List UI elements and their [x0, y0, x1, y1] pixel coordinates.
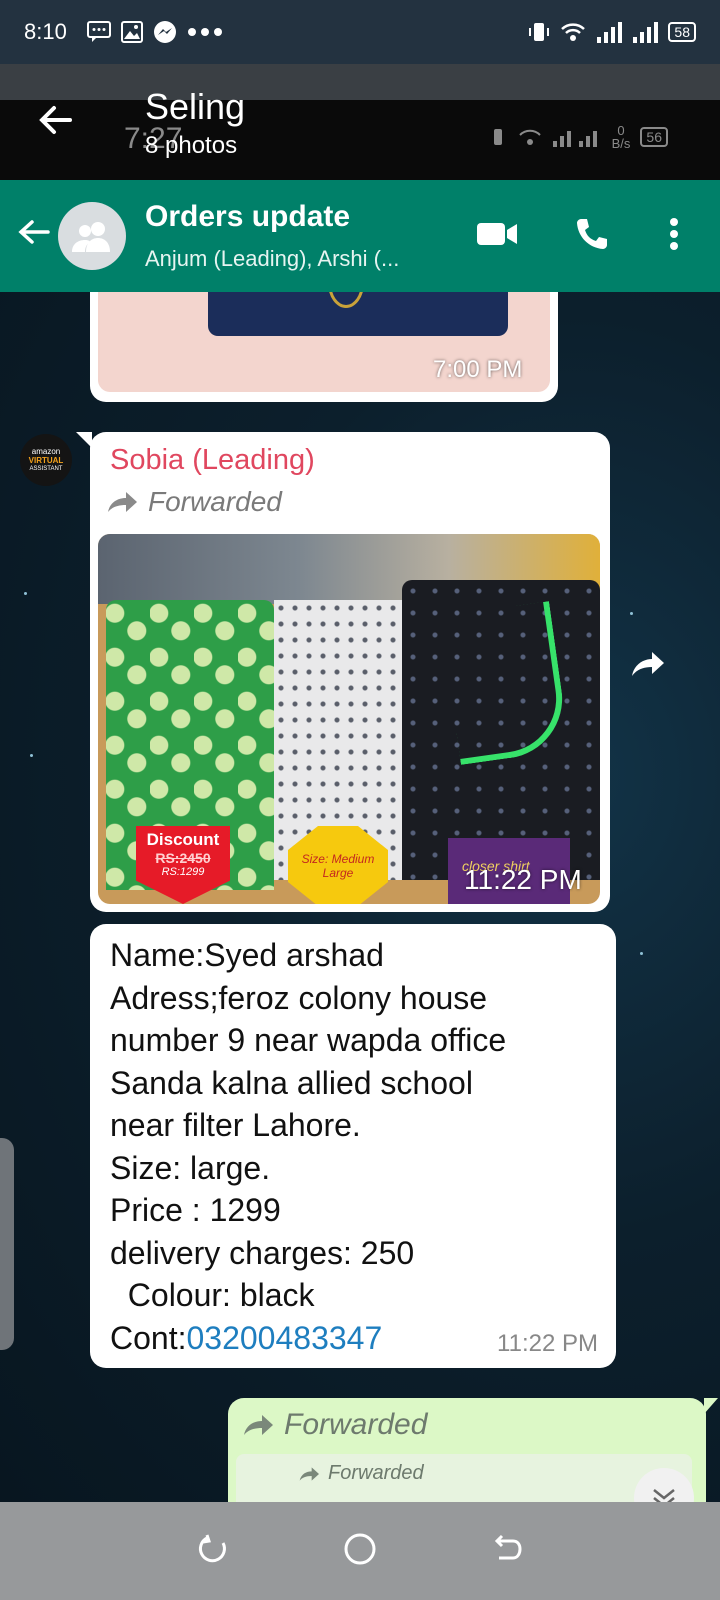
home-circle-icon: [344, 1533, 376, 1564]
inner-forwarded-text: Forwarded: [328, 1462, 424, 1484]
group-avatar[interactable]: [58, 202, 126, 270]
edge-panel-handle[interactable]: [0, 1138, 14, 1350]
chat-participants[interactable]: Anjum (Leading), Arshi (...: [145, 246, 399, 272]
inner-forwarded-label: Forwarded: [298, 1462, 424, 1485]
wallpaper-star: [30, 754, 33, 757]
message-time: 7:00 PM: [433, 356, 523, 383]
ghost-vibrate-icon: [493, 129, 502, 145]
new-price: RS:1299: [161, 866, 205, 878]
phone-icon: [577, 219, 607, 249]
system-icons: 58: [528, 21, 696, 43]
phone-number-link[interactable]: 03200483347: [186, 1320, 382, 1356]
back-button[interactable]: [491, 1533, 523, 1570]
message-line: Size: large.: [110, 1149, 271, 1186]
sender-avatar[interactable]: amazon VIRTUAL ASSISTANT: [20, 434, 72, 486]
wifi-icon: [561, 23, 586, 41]
avatar-text-line: amazon: [31, 446, 61, 456]
signal-icon-2: [633, 22, 659, 43]
message-line: Name:Syed arshad: [110, 937, 384, 973]
signal-icon-1: [597, 22, 623, 43]
arrow-left-icon: [18, 220, 50, 244]
vibrate-icon: [529, 23, 550, 41]
message-line: Price : 1299: [110, 1192, 281, 1228]
more-options-button[interactable]: [668, 216, 680, 257]
group-icon: [72, 222, 110, 252]
image-message-bubble[interactable]: 7:00 PM: [90, 292, 558, 402]
discount-label: Discount: [146, 830, 220, 849]
voice-call-button[interactable]: [574, 216, 610, 257]
ghost-status-icons: 0 B/s 56: [488, 124, 668, 150]
ghost-wifi-icon: [518, 129, 541, 145]
navigation-bar: [0, 1502, 720, 1600]
forwarded-text: Forwarded: [284, 1408, 428, 1441]
message-line: near filter Lahore.: [110, 1107, 361, 1143]
status-bar: 8:10 58: [0, 0, 720, 64]
old-price: RS:2450: [155, 850, 211, 866]
share-arrow-icon: [632, 652, 664, 676]
chevron-double-down-icon: [653, 1489, 675, 1502]
notification-icons: [86, 20, 223, 44]
viewer-back-button[interactable]: [36, 100, 76, 140]
viewer-subtitle: 8 photos: [145, 132, 238, 159]
message-line: Colour: black: [110, 1277, 315, 1313]
overlay-strip: [0, 64, 720, 100]
forwarded-label: Forwarded: [106, 486, 282, 518]
share-button[interactable]: [630, 650, 666, 683]
chat-title[interactable]: Orders update: [145, 200, 350, 234]
message-line: number 9 near wapda office: [110, 1022, 507, 1058]
sender-name[interactable]: Sobia (Leading): [110, 444, 315, 477]
chat-back-button[interactable]: [16, 214, 52, 255]
message-time: 11:22 PM: [464, 864, 582, 895]
forwarded-label: Forwarded: [242, 1408, 427, 1442]
message-image[interactable]: 7:00 PM: [98, 292, 550, 392]
forward-arrow-icon: [108, 492, 137, 512]
recents-button[interactable]: [197, 1533, 229, 1570]
forward-arrow-icon: [299, 1466, 319, 1481]
chat-header: Orders update Anjum (Leading), Arshi (..…: [0, 180, 720, 292]
more-notifications-icon: [187, 28, 222, 36]
ghost-battery: 56: [640, 127, 668, 147]
back-icon: [494, 1534, 522, 1559]
messenger-notification-icon: [153, 21, 176, 43]
message-notification-icon: [86, 21, 111, 42]
arrow-left-icon: [39, 106, 72, 134]
message-photo[interactable]: Discount RS:2450 RS:1299 Size: Medium La…: [98, 534, 600, 904]
ghost-signal-icon: [552, 131, 597, 147]
viewer-title: Seling: [145, 86, 246, 127]
battery-icon: 58: [668, 22, 696, 42]
wallpaper-star: [640, 952, 643, 955]
contact-prefix: Cont:: [110, 1319, 187, 1356]
message-line: Adress;feroz colony house: [110, 979, 488, 1016]
home-button[interactable]: [343, 1532, 377, 1571]
outgoing-message-bubble[interactable]: Forwarded Forwarded: [228, 1398, 718, 1502]
text-message-bubble[interactable]: Name:Syed arshad Adress;feroz colony hou…: [90, 924, 616, 1368]
ghost-net-speed: 0 B/s: [611, 123, 631, 151]
wallpaper-star: [630, 612, 633, 615]
video-camera-icon: [477, 223, 517, 245]
message-line: Sanda kalna allied school: [110, 1064, 473, 1101]
wallpaper-star: [24, 592, 27, 595]
forwarded-text: Forwarded: [148, 486, 282, 517]
message-time: 11:22 PM: [497, 1330, 598, 1357]
avatar-text-line: VIRTUAL: [28, 455, 64, 465]
chat-area[interactable]: 7:00 PM amazon VIRTUAL ASSISTANT Sobia (…: [0, 292, 720, 1502]
more-vertical-icon: [670, 218, 678, 250]
forward-arrow-icon: [244, 1415, 273, 1435]
avatar-text-line: ASSISTANT: [29, 465, 63, 472]
forwarded-photo-bubble[interactable]: Sobia (Leading) Forwarded Discount RS:24…: [76, 432, 610, 912]
message-body[interactable]: Name:Syed arshad Adress;feroz colony hou…: [110, 934, 506, 1359]
gallery-notification-icon: [120, 21, 143, 43]
discount-badge: Discount RS:2450 RS:1299: [136, 826, 230, 904]
status-time: 8:10: [24, 19, 67, 44]
recents-icon: [198, 1534, 226, 1562]
photo-viewer-header: 7:27 0 B/s 56 Seling 8 photos: [0, 86, 720, 180]
video-call-button[interactable]: [476, 220, 518, 253]
message-line: delivery charges: 250: [110, 1234, 415, 1271]
